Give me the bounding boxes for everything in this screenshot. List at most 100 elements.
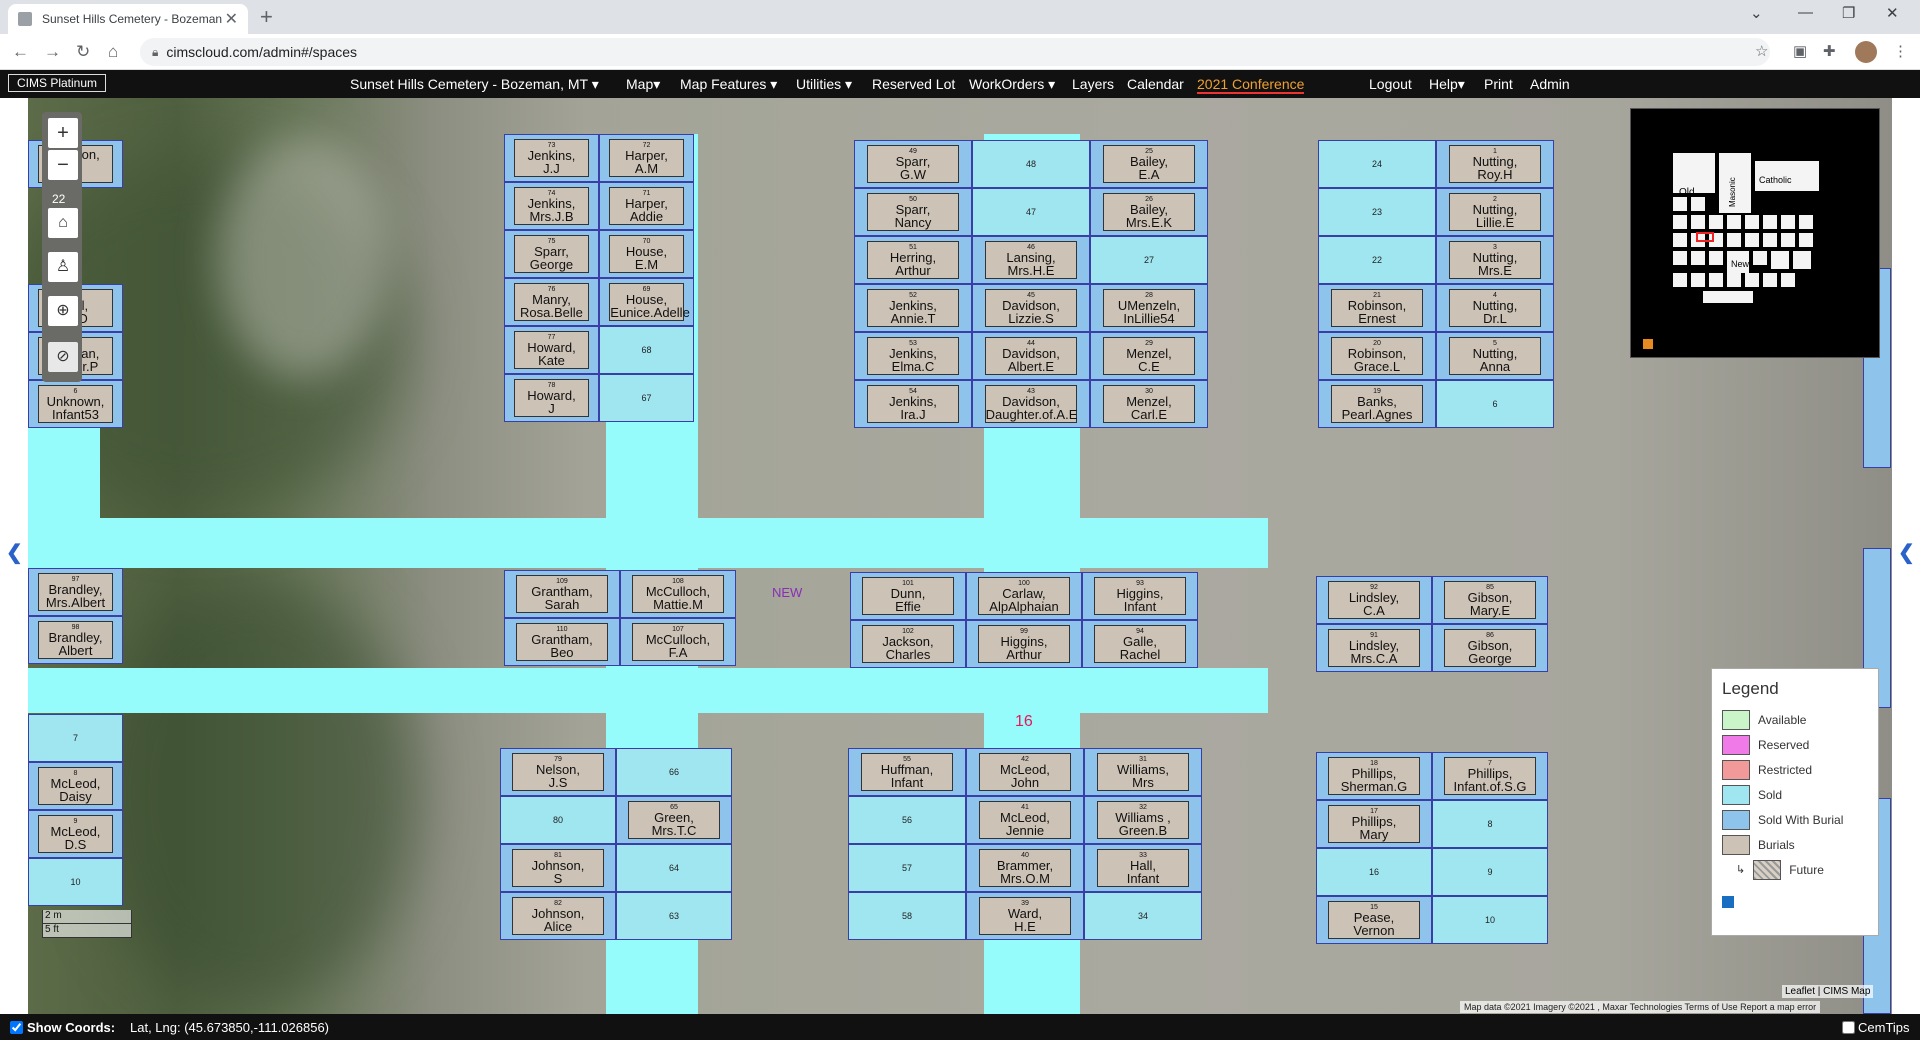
cemetery-lot[interactable]: 72 Harper, A.M (599, 134, 694, 182)
home-icon[interactable]: ⌂ (108, 42, 118, 62)
burial-marker[interactable]: 75 Sparr, George (514, 234, 589, 274)
burial-marker[interactable]: 71 Harper, Addie (609, 186, 684, 226)
new-tab-icon[interactable]: + (260, 4, 273, 30)
cemetery-lot[interactable]: 27 (1090, 236, 1208, 284)
cemetery-lot[interactable]: 67 (599, 374, 694, 422)
forward-icon[interactable]: → (44, 42, 61, 62)
burial-marker[interactable]: 9 McLeod, D.S (38, 814, 113, 854)
cemetery-lot[interactable]: 9 (1432, 848, 1548, 896)
cemetery-lot[interactable]: 17 Phillips, Mary (1316, 800, 1432, 848)
back-icon[interactable]: ← (12, 42, 29, 62)
cemetery-lot[interactable]: 64 (616, 844, 732, 892)
burial-marker[interactable]: 82 Johnson, Alice (512, 896, 604, 936)
cemetery-lot[interactable]: 49 Sparr, G.W (854, 140, 972, 188)
burial-marker[interactable]: 85 Gibson, Mary.E (1444, 580, 1536, 620)
burial-marker[interactable]: 31 Williams, Mrs (1096, 752, 1190, 792)
burial-marker[interactable]: 49 Sparr, G.W (866, 144, 960, 184)
cemetery-lot[interactable]: 66 (616, 748, 732, 796)
zoom-out-button[interactable]: − (48, 150, 78, 180)
cemetery-lot[interactable]: 4 Nutting, Dr.L (1436, 284, 1554, 332)
burial-marker[interactable]: 17 Phillips, Mary (1328, 804, 1420, 844)
cemetery-lot[interactable]: 26 Bailey, Mrs.E.K (1090, 188, 1208, 236)
cemetery-lot[interactable]: 24 (1318, 140, 1436, 188)
cemetery-lot[interactable]: 3 Nutting, Mrs.E (1436, 236, 1554, 284)
burial-marker[interactable]: 30 Menzel, Carl.E (1102, 384, 1196, 424)
cemetery-lot[interactable]: 33 Hall, Infant (1084, 844, 1202, 892)
minimap-toggle-icon[interactable] (1643, 339, 1653, 349)
burial-marker[interactable]: 3 Nutting, Mrs.E (1448, 240, 1542, 280)
burial-marker[interactable]: 6 Unknown, Infant53 (38, 384, 113, 424)
measure-ruler-icon[interactable]: ⊘ (48, 342, 78, 372)
cemetery-lot[interactable]: 2 Nutting, Lillie.E (1436, 188, 1554, 236)
cemetery-lot[interactable]: 97 Brandley, Mrs.Albert (28, 568, 123, 616)
cemetery-lot[interactable]: 28 UMenzeln, InLillie54 (1090, 284, 1208, 332)
burial-marker[interactable]: 53 Jenkins, Elma.C (866, 336, 960, 376)
menu-map-features[interactable]: Map Features ▾ (680, 76, 777, 93)
cemetery-lot[interactable]: 110 Grantham, Beo (504, 618, 620, 666)
locate-person-icon[interactable]: ♙ (48, 252, 78, 282)
cemetery-lot[interactable]: 102 Jackson, Charles (850, 620, 966, 668)
cemetery-lot[interactable]: 42 McLeod, John (966, 748, 1084, 796)
burial-marker[interactable]: 91 Lindsley, Mrs.C.A (1328, 628, 1420, 668)
burial-marker[interactable]: 77 Howard, Kate (514, 330, 589, 370)
cemetery-lot[interactable]: 75 Sparr, George (504, 230, 599, 278)
menu-layers[interactable]: Layers (1072, 76, 1114, 92)
cemetery-lot[interactable]: 22 (1318, 236, 1436, 284)
burial-marker[interactable]: 99 Higgins, Arthur (978, 624, 1070, 664)
burial-marker[interactable]: 1 Nutting, Roy.H (1448, 144, 1542, 184)
cemtips-checkbox[interactable] (1842, 1021, 1855, 1034)
cemetery-lot[interactable]: 44 Davidson, Albert.E (972, 332, 1090, 380)
cemetery-lot[interactable]: 53 Jenkins, Elma.C (854, 332, 972, 380)
burial-marker[interactable]: 25 Bailey, E.A (1102, 144, 1196, 184)
burial-marker[interactable]: 92 Lindsley, C.A (1328, 580, 1420, 620)
reload-icon[interactable]: ↻ (76, 42, 90, 62)
cemetery-lot[interactable]: 45 Davidson, Lizzie.S (972, 284, 1090, 332)
burial-marker[interactable]: 102 Jackson, Charles (862, 624, 954, 664)
cemetery-lot[interactable]: 9 McLeod, D.S (28, 810, 123, 858)
cemetery-lot[interactable]: 20 Robinson, Grace.L (1318, 332, 1436, 380)
cemetery-lot[interactable]: 94 Galle, Rachel (1082, 620, 1198, 668)
cemetery-lot[interactable]: 39 Ward, H.E (966, 892, 1084, 940)
cemetery-lot[interactable]: 50 Sparr, Nancy (854, 188, 972, 236)
cemetery-lot[interactable]: 29 Menzel, C.E (1090, 332, 1208, 380)
burial-marker[interactable]: 7 Phillips, Infant.of.S.G (1444, 756, 1536, 796)
cemetery-lot[interactable]: 78 Howard, J (504, 374, 599, 422)
cemetery-lot[interactable]: 54 Jenkins, Ira.J (854, 380, 972, 428)
burial-marker[interactable]: 44 Davidson, Albert.E (984, 336, 1078, 376)
cemetery-lot[interactable]: 55 Huffman, Infant (848, 748, 966, 796)
burial-marker[interactable]: 28 UMenzeln, InLillie54 (1102, 288, 1196, 328)
burial-marker[interactable]: 51 Herring, Arthur (866, 240, 960, 280)
burial-marker[interactable]: 110 Grantham, Beo (516, 622, 608, 662)
burial-marker[interactable]: 19 Banks, Pearl.Agnes (1330, 384, 1424, 424)
cemetery-lot[interactable]: 32 Williams , Green.B (1084, 796, 1202, 844)
burial-marker[interactable]: 2 Nutting, Lillie.E (1448, 192, 1542, 232)
burial-marker[interactable]: 86 Gibson, George (1444, 628, 1536, 668)
cemetery-lot[interactable]: 1 Nutting, Roy.H (1436, 140, 1554, 188)
cemetery-lot[interactable]: 8 (1432, 800, 1548, 848)
cemetery-lot[interactable]: 69 House, Eunice.Adelle (599, 278, 694, 326)
cemetery-lot[interactable]: 43 Davidson, Daughter.of.A.E (972, 380, 1090, 428)
cemetery-lot[interactable]: 25 Bailey, E.A (1090, 140, 1208, 188)
cemetery-lot[interactable]: 10 (28, 858, 123, 906)
burial-marker[interactable]: 15 Pease, Vernon (1328, 900, 1420, 940)
burial-marker[interactable]: 52 Jenkins, Annie.T (866, 288, 960, 328)
cemetery-lot[interactable]: 99 Higgins, Arthur (966, 620, 1082, 668)
cemetery-lot[interactable]: 30 Menzel, Carl.E (1090, 380, 1208, 428)
menu-2021-conference[interactable]: 2021 Conference (1197, 76, 1305, 94)
burial-marker[interactable]: 18 Phillips, Sherman.G (1328, 756, 1420, 796)
burial-marker[interactable]: 107 McCulloch, F.A (632, 622, 724, 662)
burial-marker[interactable]: 109 Grantham, Sarah (516, 574, 608, 614)
burial-marker[interactable]: 54 Jenkins, Ira.J (866, 384, 960, 424)
burial-marker[interactable]: 69 House, Eunice.Adelle (609, 282, 690, 322)
burial-marker[interactable]: 4 Nutting, Dr.L (1448, 288, 1542, 328)
show-coords-checkbox[interactable] (10, 1021, 23, 1034)
close-window-icon[interactable]: ✕ (1886, 4, 1899, 22)
cemetery-lot[interactable]: 82 Johnson, Alice (500, 892, 616, 940)
menu-workorders[interactable]: WorkOrders ▾ (969, 76, 1055, 93)
cemetery-lot[interactable]: 76 Manry, Rosa.Belle (504, 278, 599, 326)
expand-right-panel-icon[interactable]: ❮ (1898, 540, 1915, 565)
extension-icon[interactable]: ▣ (1793, 42, 1807, 60)
home-view-icon[interactable]: ⌂ (48, 208, 78, 238)
burial-marker[interactable]: 43 Davidson, Daughter.of.A.E (984, 384, 1078, 424)
cemetery-lot[interactable]: 40 Brammer, Mrs.O.M (966, 844, 1084, 892)
